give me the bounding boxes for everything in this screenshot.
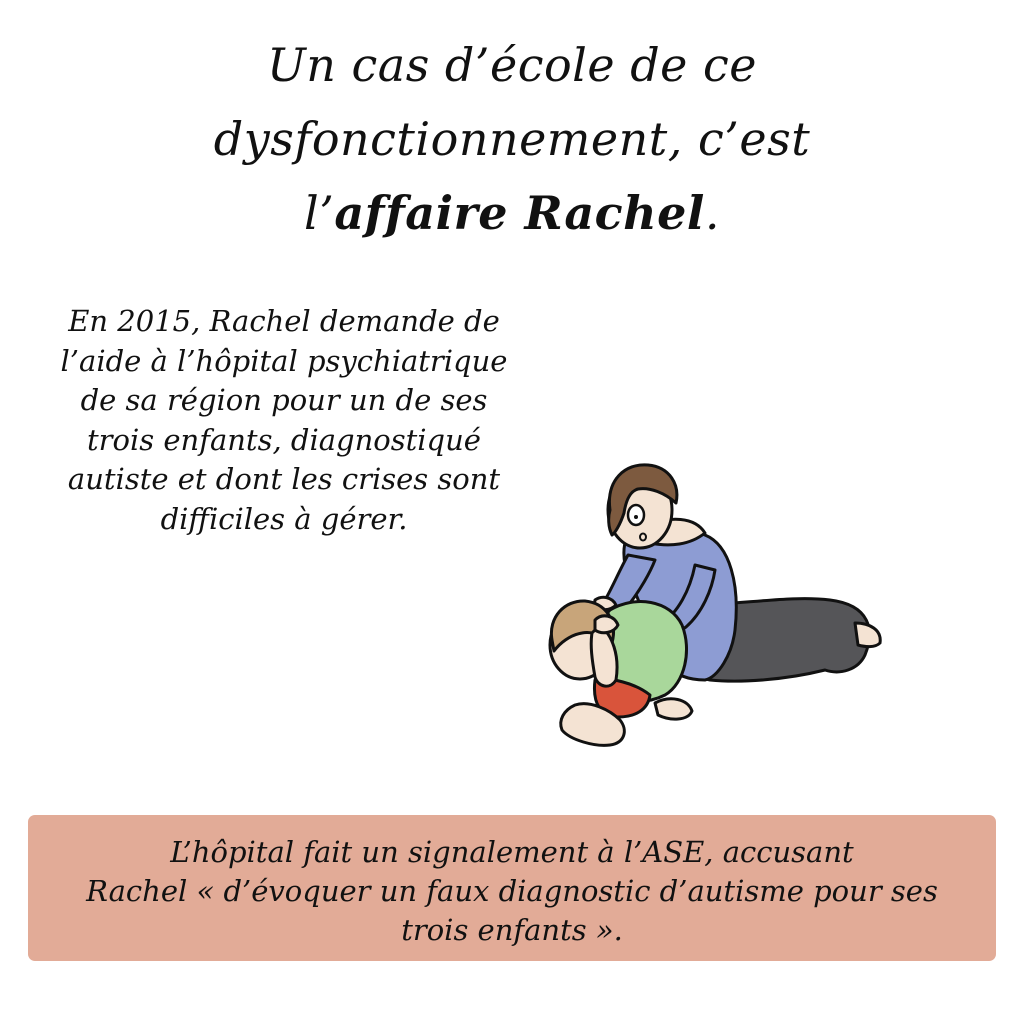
- caption-line: L’hôpital fait un signalement à l’ASE, a…: [170, 835, 854, 869]
- caption-text: L’hôpital fait un signalement à l’ASE, a…: [28, 833, 996, 950]
- narration-line: difficiles à gérer.: [160, 501, 408, 536]
- caption-line: trois enfants ».: [401, 913, 623, 947]
- title-emphasis: affaire Rachel: [334, 186, 705, 240]
- title-line-3-suffix: .: [704, 186, 720, 240]
- narration-line: l’aide à l’hôpital psychiatrique: [60, 343, 508, 378]
- title-line-2: dysfonctionnement, c’est: [213, 112, 811, 166]
- title-line-3: l’affaire Rachel.: [112, 176, 912, 250]
- narration-line: trois enfants, diagnostiqué: [87, 422, 481, 457]
- narration-text: En 2015, Rachel demande de l’aide à l’hô…: [22, 302, 546, 539]
- child-hand: [593, 614, 620, 635]
- caption-box: L’hôpital fait un signalement à l’ASE, a…: [28, 815, 996, 961]
- title-line-1: Un cas d’école de ce: [266, 38, 757, 92]
- caption-line: Rachel « d’évoquer un faux diagnostic d’…: [86, 874, 938, 908]
- narration-line: En 2015, Rachel demande de: [68, 304, 500, 338]
- title-line-3-prefix: l’: [304, 186, 335, 240]
- child-foot: [653, 697, 694, 721]
- mother-foot: [853, 621, 882, 649]
- narration-line: autiste et dont les crises sont: [67, 462, 501, 496]
- page-title: Un cas d’école de ce dysfonctionnement, …: [112, 28, 912, 250]
- narration-line: de sa région pour un de ses: [80, 383, 488, 417]
- mother-child-illustration: [548, 463, 882, 747]
